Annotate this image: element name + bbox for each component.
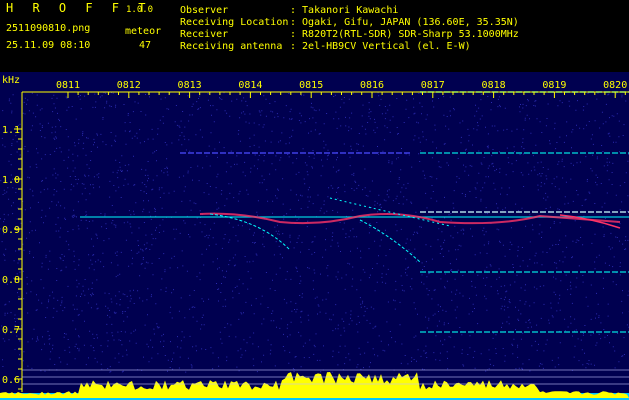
header-panel: H R O F F T 1.0.0 2511090810.png meteor … <box>0 0 629 72</box>
y-tick-label: 1.0 <box>2 175 20 186</box>
x-tick-label: 0819 <box>542 80 566 91</box>
y-tick-label: 1.1 <box>2 125 20 136</box>
x-tick-label: 0817 <box>421 80 445 91</box>
info-value-observer: : Takanori Kawachi <box>290 5 399 16</box>
y-tick-label: 0.7 <box>2 325 20 336</box>
x-tick-label: 0820 <box>603 80 627 91</box>
y-tick-label: 0.8 <box>2 275 20 286</box>
x-tick-label: 0812 <box>117 80 141 91</box>
meteor-label: meteor <box>125 26 162 37</box>
info-value-receiver: : R820T2(RTL-SDR) SDR-Sharp 53.1000MHz <box>290 29 519 40</box>
y-axis-unit: kHz <box>2 75 21 86</box>
info-value-antenna: : 2el-HB9CV Vertical (el. E-W) <box>290 41 471 52</box>
x-tick-label: 0815 <box>299 80 323 91</box>
x-tick-label: 0816 <box>360 80 384 91</box>
x-tick-label: 0811 <box>56 80 80 91</box>
info-key-antenna: Receiving antenna <box>180 41 283 52</box>
info-key-observer: Observer <box>180 5 229 16</box>
x-tick-label: 0813 <box>178 80 202 91</box>
info-key-receiver: Receiver <box>180 29 229 40</box>
y-tick-label: 0.6 <box>2 375 20 386</box>
spectrogram-plot: 1.1 1.0 0.9 0.8 0.7 0.6 0811 0812 0813 0814 0815 08… <box>0 72 629 400</box>
info-key-location: Receiving Location <box>180 17 289 28</box>
y-tick-label: 0.9 <box>2 225 20 236</box>
info-value-location: : Ogaki, Gifu, JAPAN (136.60E, 35.35N) <box>290 17 519 28</box>
x-tick-label: 0818 <box>482 80 506 91</box>
x-tick-label: 0814 <box>238 80 262 91</box>
date-time: 25.11.09 08:10 <box>6 40 91 51</box>
app-version: 1.0.0 <box>126 5 154 15</box>
file-name: 2511090810.png <box>6 23 91 34</box>
meteor-count: 47 <box>139 40 152 51</box>
